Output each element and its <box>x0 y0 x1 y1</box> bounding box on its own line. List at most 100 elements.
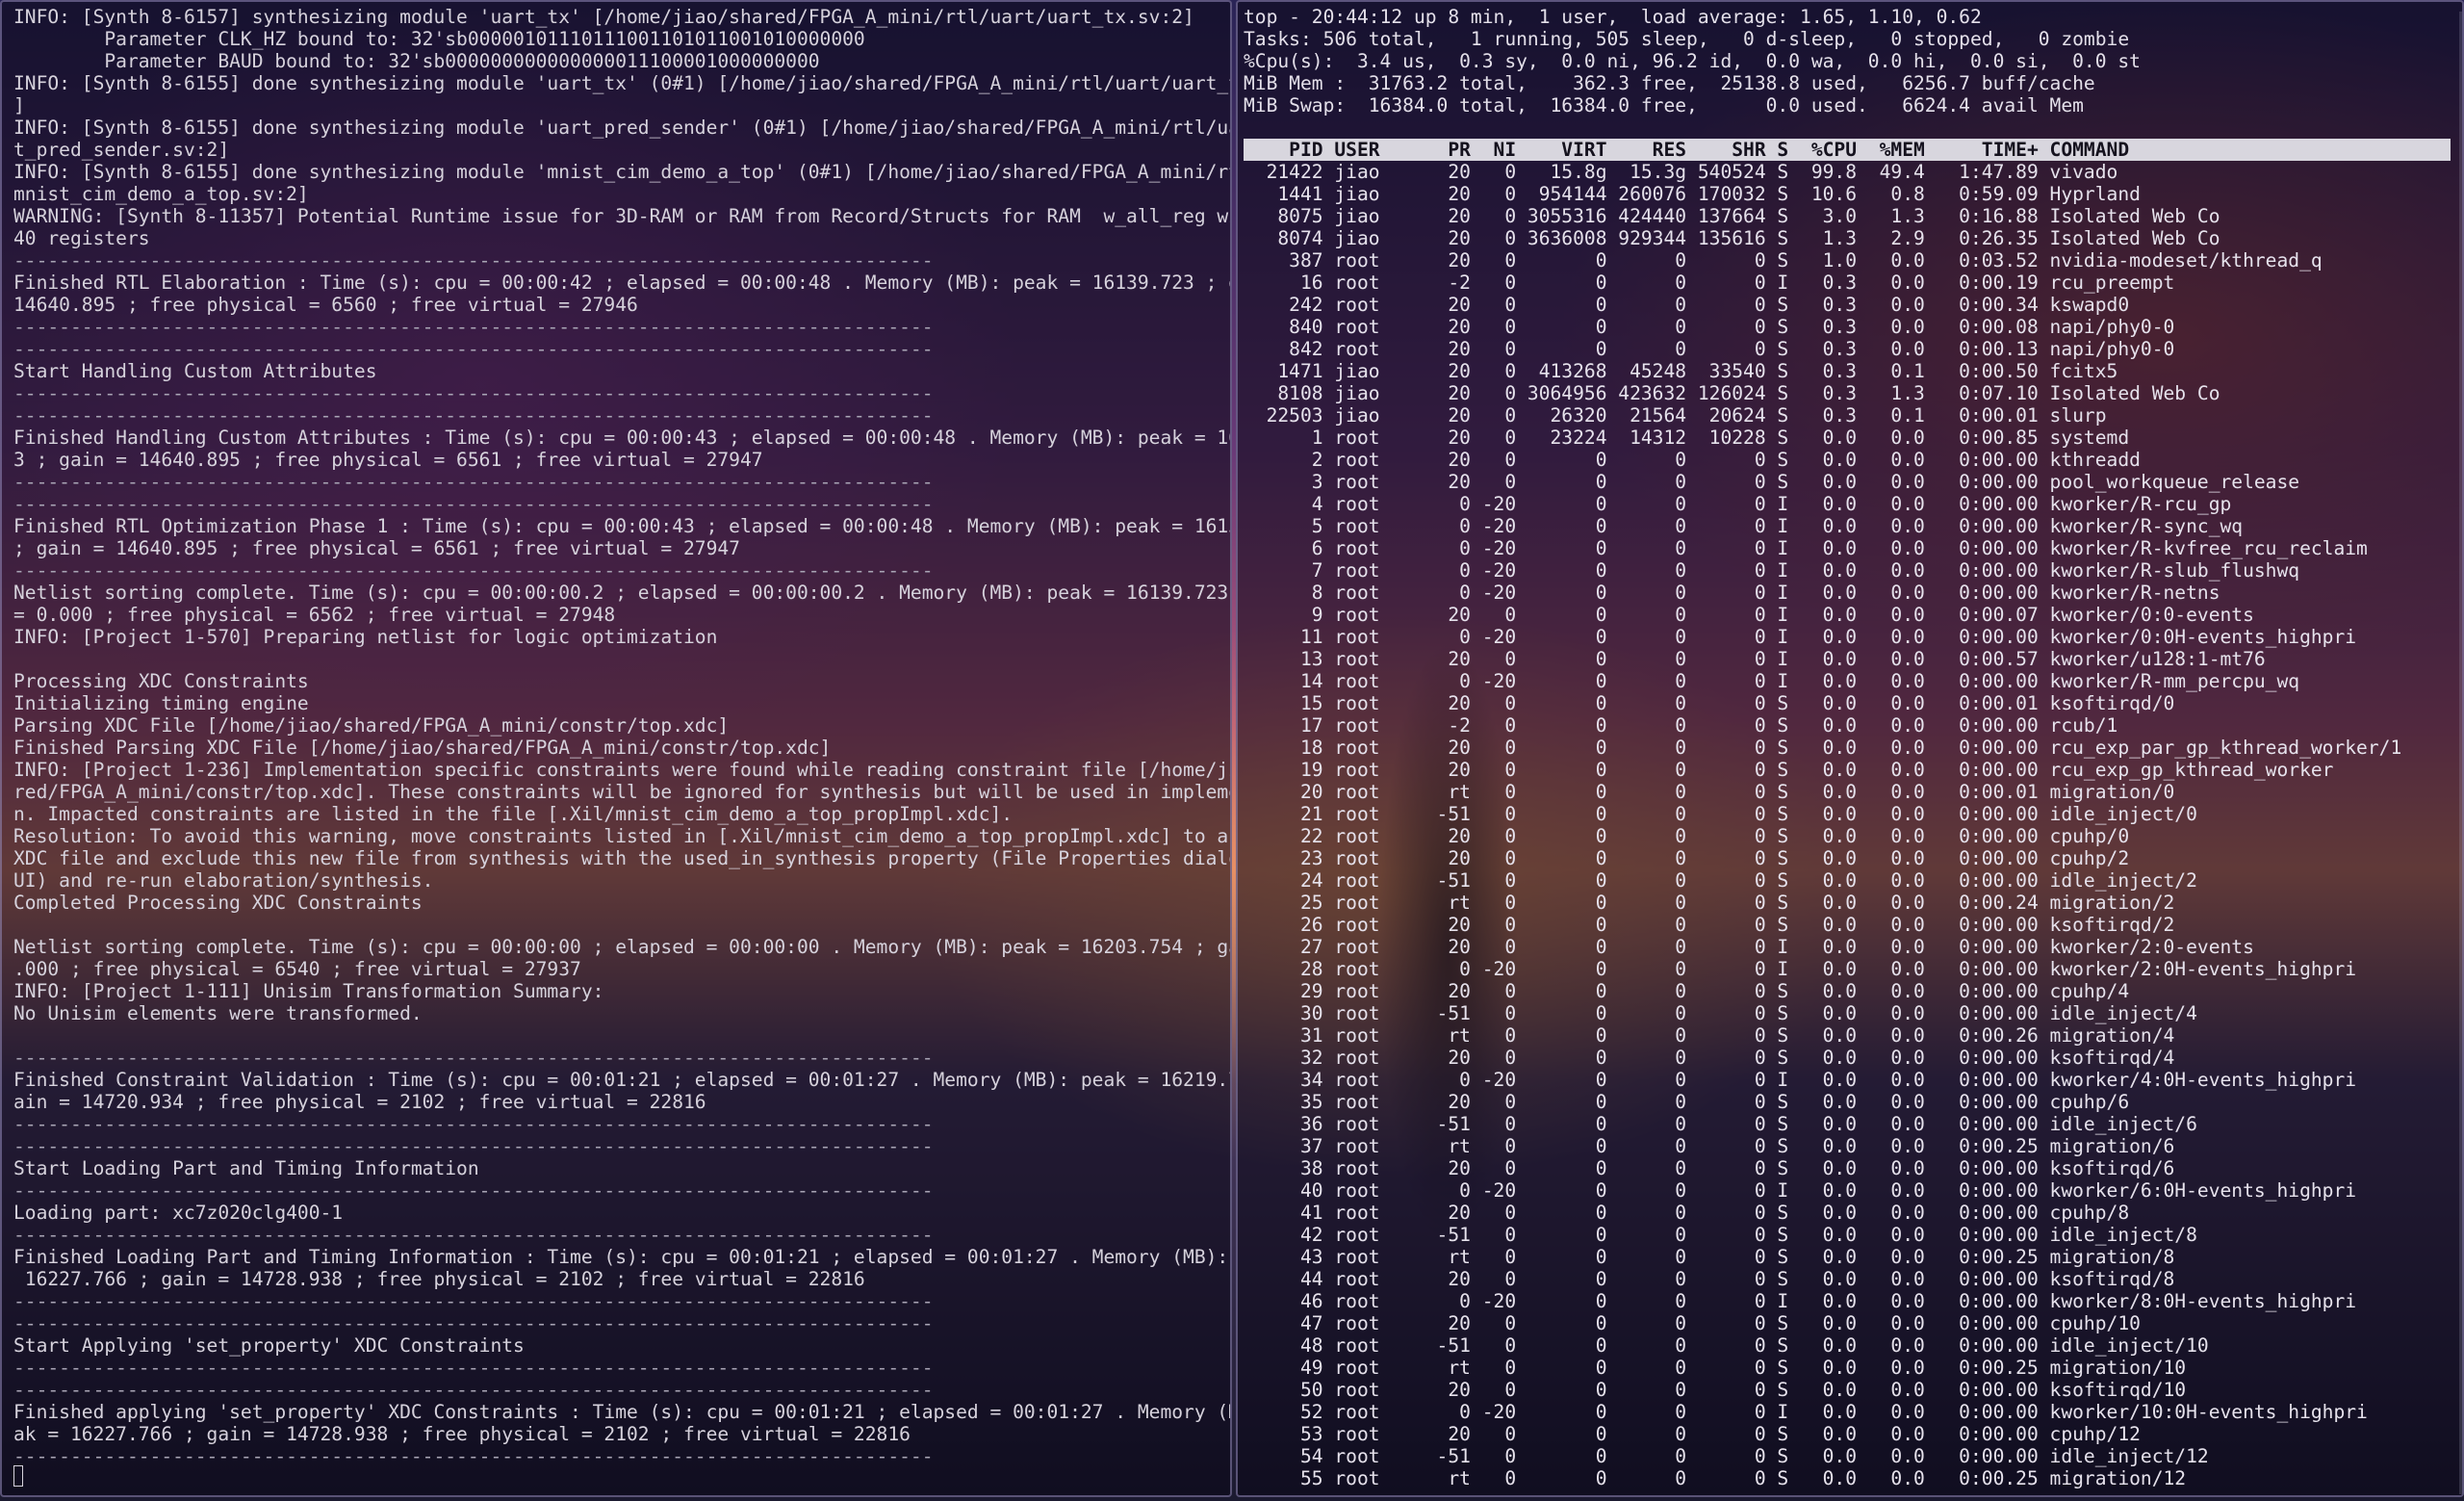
summary-line: %Cpu(s): 3.4 us, 0.3 sy, 0.0 ni, 96.2 id… <box>1244 50 2141 72</box>
process-row: 52 root 0 -20 0 0 0 I 0.0 0.0 0:00.00 kw… <box>1244 1401 2368 1423</box>
process-row: 34 root 0 -20 0 0 0 I 0.0 0.0 0:00.00 kw… <box>1244 1069 2357 1091</box>
log-line: ----------------------------------------… <box>13 316 934 338</box>
log-line: Netlist sorting complete. Time (s): cpu … <box>13 582 1230 604</box>
process-row: 49 root rt 0 0 0 0 S 0.0 0.0 0:00.25 mig… <box>1244 1357 2187 1379</box>
process-row: 20 root rt 0 0 0 0 S 0.0 0.0 0:00.01 mig… <box>1244 781 2175 803</box>
terminal-cursor <box>13 1465 23 1487</box>
process-row: 55 root rt 0 0 0 0 S 0.0 0.0 0:00.25 mig… <box>1244 1467 2187 1489</box>
process-row: 40 root 0 -20 0 0 0 I 0.0 0.0 0:00.00 kw… <box>1244 1179 2357 1202</box>
log-line: Finished Constraint Validation : Time (s… <box>13 1069 1230 1091</box>
log-line: INFO: [Synth 8-6155] done synthesizing m… <box>13 116 1230 139</box>
process-row: 2 root 20 0 0 0 0 S 0.0 0.0 0:00.00 kthr… <box>1244 449 2141 471</box>
window-resize-handle[interactable] <box>2459 12 2462 1494</box>
log-line: INFO: [Synth 8-6157] synthesizing module… <box>13 6 1194 28</box>
process-row: 9 root 20 0 0 0 0 I 0.0 0.0 0:00.07 kwor… <box>1244 604 2254 626</box>
process-row: 32 root 20 0 0 0 0 S 0.0 0.0 0:00.00 kso… <box>1244 1047 2175 1069</box>
process-row: 22 root 20 0 0 0 0 S 0.0 0.0 0:00.00 cpu… <box>1244 825 2130 847</box>
log-line: Start Applying 'set_property' XDC Constr… <box>13 1334 525 1357</box>
log-line: Parameter BAUD bound to: 32'sb0000000000… <box>13 50 820 72</box>
process-row: 18 root 20 0 0 0 0 S 0.0 0.0 0:00.00 rcu… <box>1244 737 2402 759</box>
log-line: Loading part: xc7z020clg400-1 <box>13 1202 344 1224</box>
process-row: 8108 jiao 20 0 3064956 423632 126024 S 0… <box>1244 382 2220 404</box>
log-line: ----------------------------------------… <box>13 1445 934 1467</box>
log-line: ----------------------------------------… <box>13 471 934 493</box>
log-line: ak = 16227.766 ; gain = 14728.938 ; free… <box>13 1423 911 1445</box>
log-line: Start Handling Custom Attributes <box>13 360 377 382</box>
process-row: 11 root 0 -20 0 0 0 I 0.0 0.0 0:00.00 kw… <box>1244 626 2357 648</box>
vivado-synthesis-terminal[interactable]: INFO: [Synth 8-6157] synthesizing module… <box>0 0 1232 1497</box>
log-line: Finished RTL Optimization Phase 1 : Time… <box>13 515 1230 537</box>
process-row: 1471 jiao 20 0 413268 45248 33540 S 0.3 … <box>1244 360 2118 382</box>
process-row: 242 root 20 0 0 0 0 S 0.3 0.0 0:00.34 ks… <box>1244 294 2130 316</box>
summary-line: MiB Mem : 31763.2 total, 362.3 free, 251… <box>1244 72 2095 94</box>
log-line: UI) and re-run elaboration/synthesis. <box>13 869 434 892</box>
process-row: 17 root -2 0 0 0 0 S 0.0 0.0 0:00.00 rcu… <box>1244 714 2118 737</box>
log-line: INFO: [Synth 8-6155] done synthesizing m… <box>13 161 1230 183</box>
process-row: 36 root -51 0 0 0 0 S 0.0 0.0 0:00.00 id… <box>1244 1113 2197 1135</box>
log-line: t_pred_sender.sv:2] <box>13 139 230 161</box>
process-row: 53 root 20 0 0 0 0 S 0.0 0.0 0:00.00 cpu… <box>1244 1423 2141 1445</box>
process-row: 14 root 0 -20 0 0 0 I 0.0 0.0 0:00.00 kw… <box>1244 670 2300 692</box>
log-line: mnist_cim_demo_a_top.sv:2] <box>13 183 309 205</box>
process-table: 21422 jiao 20 0 15.8g 15.3g 540524 S 99.… <box>1238 161 2462 1489</box>
log-line: INFO: [Project 1-111] Unisim Transformat… <box>13 980 604 1002</box>
summary-line: top - 20:44:12 up 8 min, 1 user, load av… <box>1244 6 1982 28</box>
process-row: 19 root 20 0 0 0 0 S 0.0 0.0 0:00.00 rcu… <box>1244 759 2334 781</box>
top-terminal[interactable]: top - 20:44:12 up 8 min, 1 user, load av… <box>1236 0 2464 1497</box>
process-row: 42 root -51 0 0 0 0 S 0.0 0.0 0:00.00 id… <box>1244 1224 2197 1246</box>
log-line: Finished Parsing XDC File [/home/jiao/sh… <box>13 737 832 759</box>
log-line: Netlist sorting complete. Time (s): cpu … <box>13 936 1230 958</box>
log-line: ----------------------------------------… <box>13 1357 934 1379</box>
log-line: No Unisim elements were transformed. <box>13 1002 423 1024</box>
log-line: ] <box>13 94 25 116</box>
summary-line: MiB Swap: 16384.0 total, 16384.0 free, 0… <box>1244 94 2084 116</box>
process-row: 5 root 0 -20 0 0 0 I 0.0 0.0 0:00.00 kwo… <box>1244 515 2244 537</box>
summary-line: Tasks: 506 total, 1 running, 505 sleep, … <box>1244 28 2130 50</box>
process-row: 24 root -51 0 0 0 0 S 0.0 0.0 0:00.00 id… <box>1244 869 2197 892</box>
process-row: 8074 jiao 20 0 3636008 929344 135616 S 1… <box>1244 227 2220 249</box>
process-row: 47 root 20 0 0 0 0 S 0.0 0.0 0:00.00 cpu… <box>1244 1312 2141 1334</box>
log-line: ain = 14720.934 ; free physical = 2102 ;… <box>13 1091 706 1113</box>
log-line: Parsing XDC File [/home/jiao/shared/FPGA… <box>13 714 730 737</box>
process-row: 21422 jiao 20 0 15.8g 15.3g 540524 S 99.… <box>1244 161 2118 183</box>
log-line: Finished RTL Elaboration : Time (s): cpu… <box>13 272 1230 294</box>
process-row: 23 root 20 0 0 0 0 S 0.0 0.0 0:00.00 cpu… <box>1244 847 2130 869</box>
process-row: 54 root -51 0 0 0 0 S 0.0 0.0 0:00.00 id… <box>1244 1445 2209 1467</box>
process-row: 30 root -51 0 0 0 0 S 0.0 0.0 0:00.00 id… <box>1244 1002 2197 1024</box>
process-row: 21 root -51 0 0 0 0 S 0.0 0.0 0:00.00 id… <box>1244 803 2197 825</box>
log-line: ----------------------------------------… <box>13 559 934 582</box>
log-line: ----------------------------------------… <box>13 338 934 360</box>
log-line: Resolution: To avoid this warning, move … <box>13 825 1230 847</box>
log-line: ----------------------------------------… <box>13 1179 934 1202</box>
process-row: 38 root 20 0 0 0 0 S 0.0 0.0 0:00.00 kso… <box>1244 1157 2175 1179</box>
log-line: .000 ; free physical = 6540 ; free virtu… <box>13 958 581 980</box>
process-row: 27 root 20 0 0 0 0 I 0.0 0.0 0:00.00 kwo… <box>1244 936 2254 958</box>
log-line: ----------------------------------------… <box>13 1135 934 1157</box>
process-row: 7 root 0 -20 0 0 0 I 0.0 0.0 0:00.00 kwo… <box>1244 559 2300 582</box>
process-row: 15 root 20 0 0 0 0 S 0.0 0.0 0:00.01 kso… <box>1244 692 2175 714</box>
log-line: INFO: [Project 1-236] Implementation spe… <box>13 759 1230 781</box>
process-row: 29 root 20 0 0 0 0 S 0.0 0.0 0:00.00 cpu… <box>1244 980 2130 1002</box>
process-row: 43 root rt 0 0 0 0 S 0.0 0.0 0:00.25 mig… <box>1244 1246 2175 1268</box>
process-row: 35 root 20 0 0 0 0 S 0.0 0.0 0:00.00 cpu… <box>1244 1091 2130 1113</box>
process-row: 48 root -51 0 0 0 0 S 0.0 0.0 0:00.00 id… <box>1244 1334 2209 1357</box>
log-line: Initializing timing engine <box>13 692 309 714</box>
log-line: 40 registers <box>13 227 150 249</box>
log-line: ; gain = 14640.895 ; free physical = 656… <box>13 537 740 559</box>
process-row: 1 root 20 0 23224 14312 10228 S 0.0 0.0 … <box>1244 427 2130 449</box>
log-line: 3 ; gain = 14640.895 ; free physical = 6… <box>13 449 763 471</box>
process-row: 1441 jiao 20 0 954144 260076 170032 S 10… <box>1244 183 2141 205</box>
log-line: Processing XDC Constraints <box>13 670 309 692</box>
log-line: = 0.000 ; free physical = 6562 ; free vi… <box>13 604 616 626</box>
log-line: Finished Handling Custom Attributes : Ti… <box>13 427 1230 449</box>
log-line: ----------------------------------------… <box>13 1224 934 1246</box>
log-line: Completed Processing XDC Constraints <box>13 892 423 914</box>
process-row: 3 root 20 0 0 0 0 S 0.0 0.0 0:00.00 pool… <box>1244 471 2300 493</box>
process-row: 8 root 0 -20 0 0 0 I 0.0 0.0 0:00.00 kwo… <box>1244 582 2220 604</box>
log-line: ----------------------------------------… <box>13 1312 934 1334</box>
log-line: ----------------------------------------… <box>13 249 934 272</box>
process-row: 37 root rt 0 0 0 0 S 0.0 0.0 0:00.25 mig… <box>1244 1135 2175 1157</box>
process-row: 50 root 20 0 0 0 0 S 0.0 0.0 0:00.00 kso… <box>1244 1379 2187 1401</box>
